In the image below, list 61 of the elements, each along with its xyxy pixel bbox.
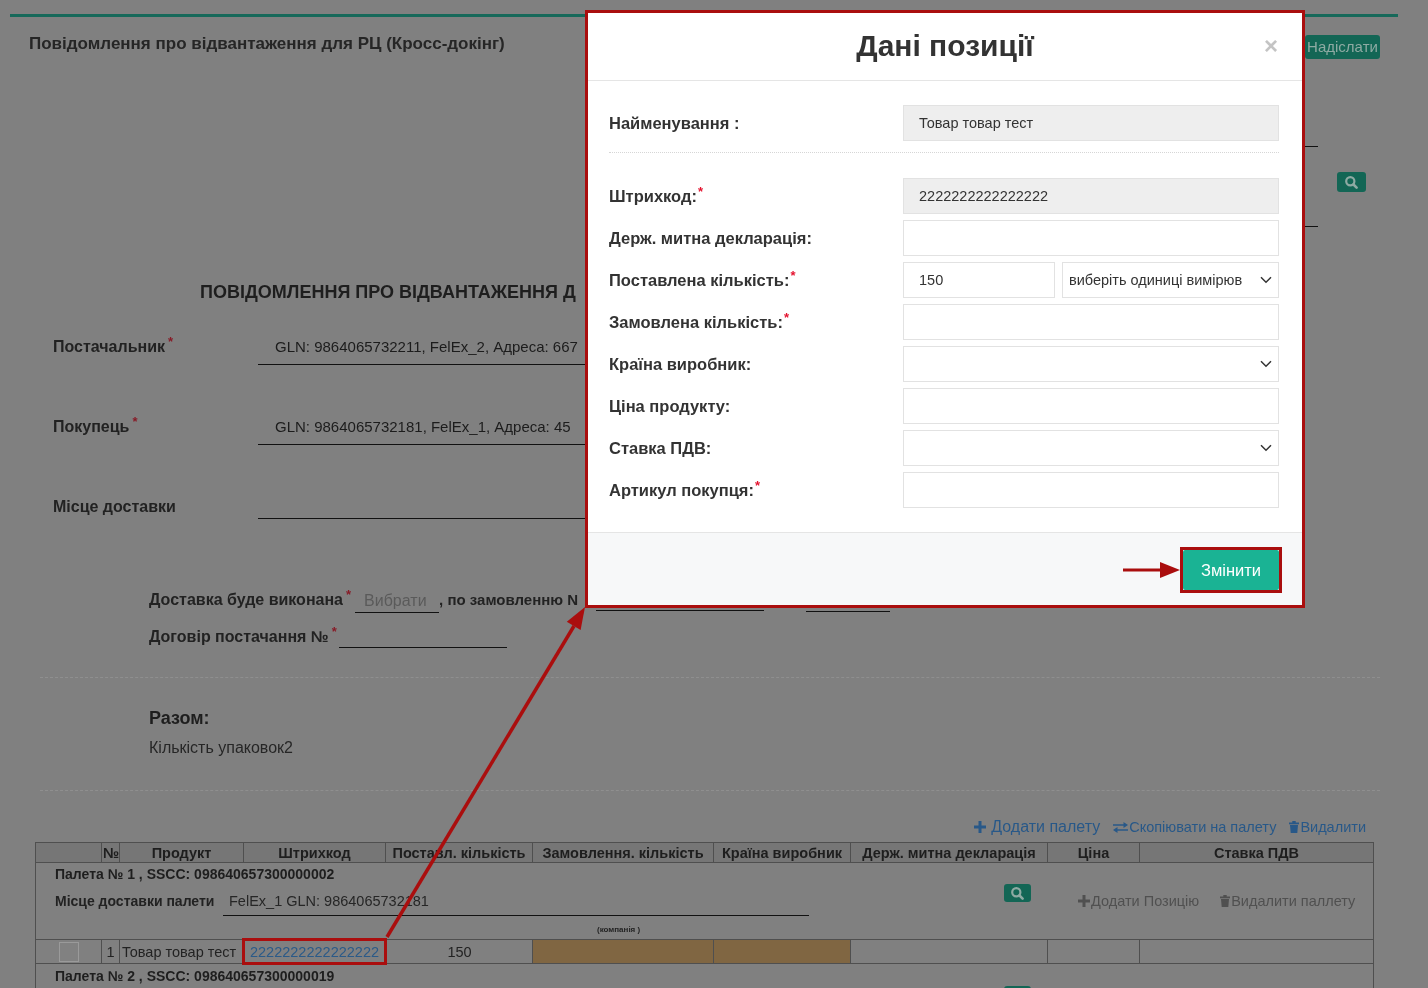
field-label: Артикул покупця:$^{*}$ [609, 480, 762, 500]
field-label: Ставка ПДВ: [609, 438, 713, 458]
field-caption: (компанія ) [597, 925, 641, 935]
text-field[interactable]: 2222222222222222 [903, 178, 1279, 214]
close-button[interactable]: × [1261, 34, 1281, 58]
send-button[interactable]: Надіслати [1305, 35, 1380, 59]
table-cell: 150 [385, 939, 533, 964]
pallet-title: Палета № 1 , SSCC: 098640657300000002 [55, 865, 335, 884]
column-header: Держ. митна декларація [850, 842, 1048, 863]
chevron-down-icon [1260, 360, 1272, 368]
field-label: Ціна продукту: [609, 396, 732, 416]
field-label: Держ. митна декларація: [609, 228, 813, 248]
field-label: Замовлена кількість:$^{*}$ [609, 312, 790, 332]
dropdown[interactable] [903, 346, 1279, 382]
text-field[interactable]: 150 [903, 262, 1055, 298]
search-icon [1011, 886, 1024, 900]
field-label: Поставлена кількість:$^{*}$ [609, 270, 797, 290]
dropdown[interactable]: виберіть одиниці вимірюв [1062, 262, 1279, 298]
field-label: Місце доставки палети [55, 892, 215, 911]
plus-icon [1078, 895, 1090, 907]
field-label: Країна виробник: [609, 354, 753, 374]
text-field[interactable]: GLN: 9864065732181, FelEx_1, Адреса: 45 [258, 412, 585, 445]
checkbox[interactable] [58, 942, 79, 963]
column-header: Замовлення. кількість [532, 842, 714, 863]
plus-icon [974, 821, 987, 833]
column-header: Країна виробник [713, 842, 851, 863]
search-button[interactable] [1337, 172, 1366, 192]
search-button[interactable] [1004, 884, 1031, 902]
column-header: Продукт [119, 842, 244, 863]
field-label: Доставка буде виконана $^{*}$ [149, 590, 352, 610]
form-heading: ПОВІДОМЛЕННЯ ПРО ВІДВАНТАЖЕННЯ Д [200, 281, 576, 304]
search-icon [1345, 175, 1358, 189]
summary-text: Кількість упаковок2 [149, 738, 293, 758]
field-label: Покупець $^{*}$ [53, 413, 139, 437]
text-field[interactable]: Товар товар тест [903, 105, 1279, 141]
trash-icon [1220, 895, 1231, 907]
field-label: Місце доставки [53, 497, 177, 517]
column-header: Штрихкод [243, 842, 386, 863]
chevron-down-icon [1260, 276, 1272, 284]
barcode-link[interactable]: 2222222222222222 [250, 943, 379, 960]
copy-link[interactable]: Скопіювати на палету [1113, 818, 1277, 836]
field-label: , по замовленню N [439, 590, 579, 610]
column-header: Ціна [1047, 842, 1140, 863]
dropdown[interactable] [903, 430, 1279, 466]
field-label: Договір постачання № $^{*}$ [149, 627, 337, 647]
chevron-down-icon [1260, 444, 1272, 452]
field-label: Найменування : [609, 113, 741, 133]
pallet-title: Палета № 2 , SSCC: 098640657300000019 [55, 967, 335, 986]
dialog-title: Дані позиції [856, 28, 1034, 64]
submit-button[interactable]: Змінити [1183, 550, 1279, 590]
swap-arrows-icon [1113, 821, 1129, 833]
text-field[interactable]: GLN: 9864065732211, FelEx_2, Адреса: 667 [258, 332, 585, 365]
add-link[interactable]: Додати палету [974, 818, 1101, 836]
section-title: Разом: [149, 707, 210, 729]
field-label: Постачальник $^{*}$ [53, 333, 175, 357]
field-label: Штрихкод:$^{*}$ [609, 186, 704, 206]
column-header: Ставка ПДВ [1139, 842, 1374, 863]
delete-link[interactable]: Видалити [1289, 818, 1366, 836]
page-title: Повідомлення про відвантаження для РЦ (Кросс-докінг) [29, 34, 505, 54]
table-cell: 1 [101, 939, 120, 964]
trash-icon [1289, 821, 1300, 833]
